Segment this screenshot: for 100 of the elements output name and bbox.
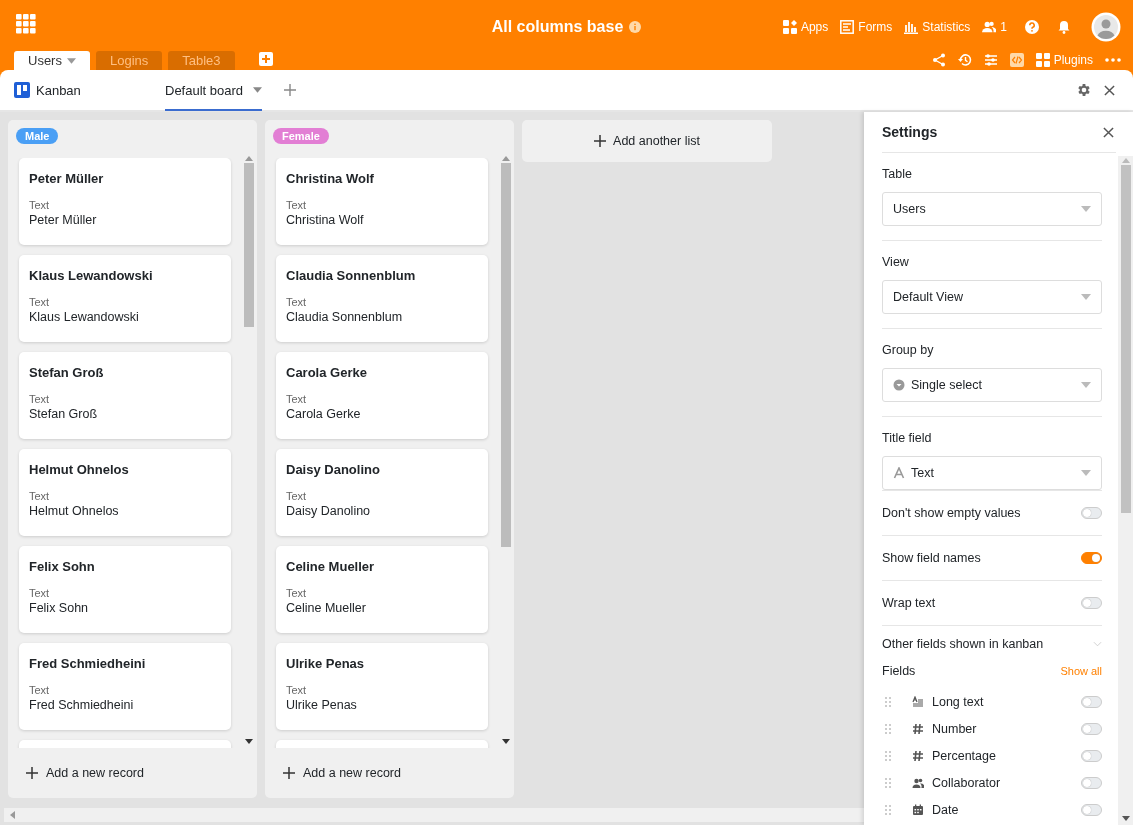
toggle-switch[interactable] — [1081, 776, 1102, 789]
people-icon — [912, 776, 924, 789]
field-value: Daisy Danolino — [286, 504, 372, 518]
record-card[interactable]: Daisy Danolino Text Daisy Danolino — [276, 449, 488, 536]
people-icon — [982, 20, 997, 34]
grid-menu-icon[interactable] — [16, 14, 36, 34]
field-name: Text — [286, 199, 308, 211]
toggle-switch[interactable] — [1081, 552, 1102, 564]
add-board-icon[interactable] — [284, 84, 297, 96]
chevron-down-icon[interactable] — [1093, 641, 1102, 647]
toggle-switch[interactable] — [1081, 803, 1102, 816]
field-value: Claudia Sonnenblum — [286, 310, 404, 324]
drag-handle-icon[interactable] — [885, 696, 891, 707]
toggle-switch[interactable] — [1081, 749, 1102, 762]
field-name: Number — [932, 721, 978, 736]
field-value: Peter Müller — [29, 213, 98, 227]
bar-chart-icon — [904, 20, 919, 34]
field-name: Percentage — [932, 748, 997, 763]
field-value: Carola Gerke — [286, 407, 362, 421]
add-list-button[interactable]: Add another list — [522, 120, 772, 162]
drag-handle-icon[interactable] — [885, 723, 891, 734]
settings-icon[interactable] — [1076, 82, 1092, 98]
close-icon[interactable] — [1104, 84, 1115, 96]
field-name: Text — [286, 684, 308, 696]
caret-icon — [1081, 206, 1091, 212]
help-icon[interactable] — [1025, 20, 1039, 34]
dropdown-select[interactable]: Single select — [882, 368, 1102, 402]
toggle-label: Don't show empty values — [882, 506, 1021, 520]
caret-icon — [1081, 470, 1091, 476]
code-icon[interactable] — [1009, 53, 1024, 67]
scroll-thumb[interactable] — [244, 163, 254, 327]
scroll-down-icon[interactable] — [245, 739, 253, 744]
field-name: Text — [29, 684, 51, 696]
settings-title: Settings — [882, 124, 938, 140]
scroll-thumb[interactable] — [1120, 165, 1131, 513]
record-card[interactable]: Carola Gerke Text Carola Gerke — [276, 352, 488, 439]
share-icon[interactable] — [931, 53, 946, 67]
record-card[interactable]: Celine Mueller Text Celine Mueller — [276, 546, 488, 633]
scroll-up-icon[interactable] — [1121, 158, 1130, 163]
card-title: Christina Wolf — [286, 171, 375, 186]
card-title: Klaus Lewandowski — [29, 268, 154, 283]
long-text-icon — [912, 695, 924, 708]
field-value: Klaus Lewandowski — [29, 310, 140, 324]
field-value: Celine Mueller — [286, 601, 367, 615]
toggle-switch[interactable] — [1081, 597, 1102, 609]
section-label: Other fields shown in kanban — [882, 637, 1044, 651]
record-card[interactable]: Claudia Sonnenblum Text Claudia Sonnenblum — [276, 255, 488, 342]
calendar-icon — [912, 803, 924, 816]
add-record-button[interactable]: Add a new record — [265, 748, 514, 798]
record-card[interactable]: Ulrike Penas Text Ulrike Penas — [276, 643, 488, 730]
field-name: Text — [29, 199, 51, 211]
scroll-thumb[interactable] — [501, 163, 511, 547]
field-name: Date — [932, 802, 960, 817]
horizontal-scrollbar[interactable] — [4, 808, 864, 822]
table-tab[interactable]: Users — [14, 51, 90, 70]
record-card[interactable]: Peter Müller Text Peter Müller — [19, 158, 231, 245]
drag-handle-icon[interactable] — [885, 777, 891, 788]
sliders-icon[interactable] — [983, 53, 998, 67]
add-record-button[interactable]: Add a new record — [8, 748, 257, 798]
field-value: Felix Sohn — [29, 601, 90, 615]
card-title: Felix Sohn — [29, 559, 96, 574]
card-title: Daisy Danolino — [286, 462, 381, 477]
plugin-name: Kanban — [36, 82, 81, 98]
record-card[interactable]: Fred Schmiedheini Text Fred Schmiedheini — [19, 643, 231, 730]
record-card[interactable]: Helmut Ohnelos Text Helmut Ohnelos — [19, 449, 231, 536]
dropdown-select[interactable]: Users — [882, 192, 1102, 226]
scroll-down-icon[interactable] — [502, 739, 510, 744]
scroll-up-icon[interactable] — [502, 156, 510, 161]
avatar[interactable] — [1091, 12, 1121, 42]
card-title: Celine Mueller — [286, 559, 376, 574]
field-value: Helmut Ohnelos — [29, 504, 120, 518]
dropdown-select[interactable]: Default View — [882, 280, 1102, 314]
plugins-icon — [1035, 53, 1050, 67]
field-name: Text — [29, 393, 51, 405]
toggle-switch[interactable] — [1081, 695, 1102, 708]
add-table-icon[interactable] — [258, 52, 273, 66]
record-card[interactable]: Stefan Groß Text Stefan Groß — [19, 352, 231, 439]
scroll-left-icon[interactable] — [10, 811, 15, 819]
info-icon[interactable] — [629, 21, 642, 33]
bell-icon[interactable] — [1057, 20, 1071, 34]
record-card[interactable]: Klaus Lewandowski Text Klaus Lewandowski — [19, 255, 231, 342]
plus-icon — [594, 135, 607, 147]
settings-scrollbar[interactable] — [1118, 156, 1133, 825]
drag-handle-icon[interactable] — [885, 750, 891, 761]
scroll-down-icon[interactable] — [1121, 816, 1130, 821]
dropdown-select[interactable]: Text — [882, 456, 1102, 490]
record-card[interactable]: Christina Wolf Text Christina Wolf — [276, 158, 488, 245]
field-name: Text — [286, 393, 308, 405]
field-name: Text — [29, 296, 51, 308]
record-card[interactable]: Felix Sohn Text Felix Sohn — [19, 546, 231, 633]
scroll-up-icon[interactable] — [245, 156, 253, 161]
drag-handle-icon[interactable] — [885, 804, 891, 815]
toggle-switch[interactable] — [1081, 722, 1102, 735]
field-name: Text — [286, 490, 308, 502]
toggle-switch[interactable] — [1081, 507, 1102, 519]
fields-label: Fields — [882, 664, 916, 678]
plus-icon — [283, 767, 295, 779]
history-icon[interactable] — [957, 53, 972, 67]
more-icon[interactable] — [1105, 58, 1121, 62]
close-icon[interactable] — [1103, 126, 1114, 138]
